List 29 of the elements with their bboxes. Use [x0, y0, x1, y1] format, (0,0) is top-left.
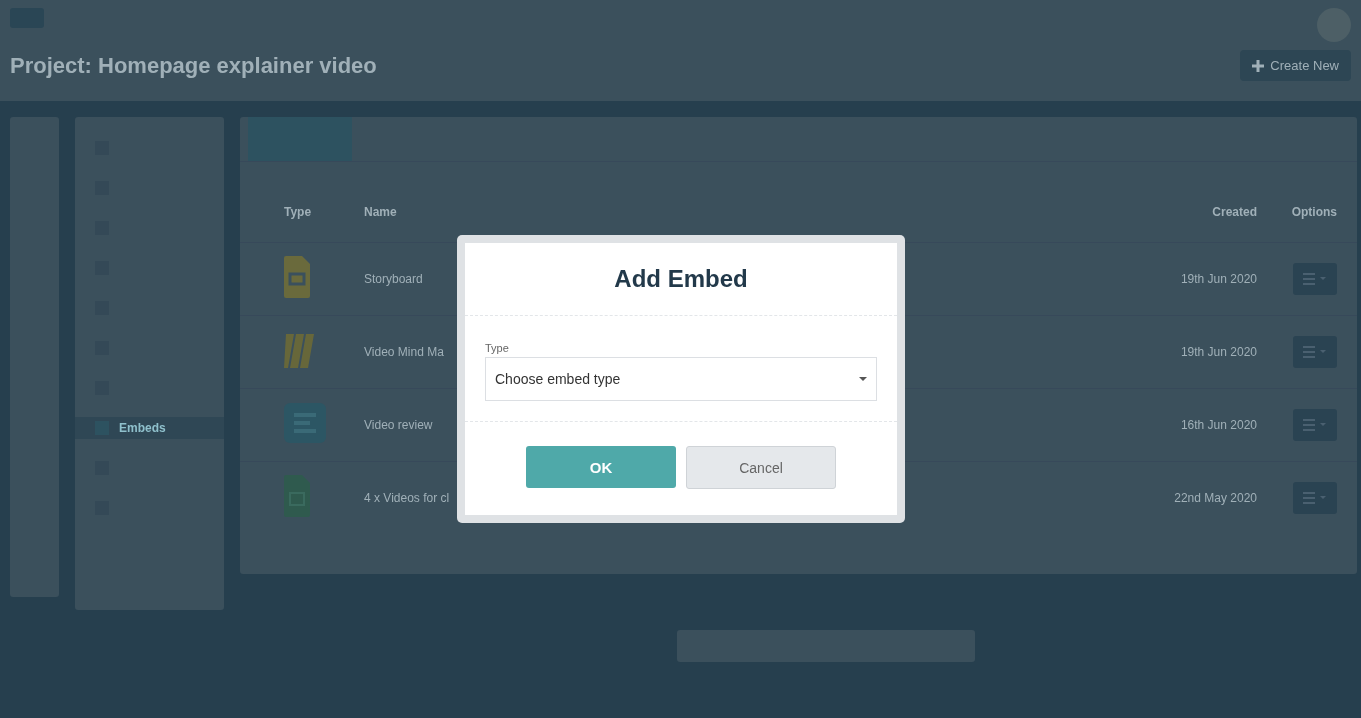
options-button[interactable] [1293, 336, 1337, 368]
created-date: 19th Jun 2020 [1179, 272, 1257, 286]
dialog-title: Add Embed [465, 243, 897, 316]
menu-icon [1303, 492, 1327, 504]
column-header: Options [1290, 205, 1337, 219]
ok-button[interactable]: OK [526, 446, 676, 488]
project-title: Project: Homepage explainer video [10, 52, 377, 79]
cancel-button[interactable]: Cancel [686, 446, 836, 489]
field-label: Type [485, 342, 510, 354]
column-header: Name [364, 205, 398, 219]
sidebar-item[interactable]: Embeds [75, 417, 224, 439]
menu-icon [1303, 419, 1327, 431]
options-button[interactable] [1293, 482, 1337, 514]
form-icon [284, 403, 326, 443]
column-header: Created [1211, 205, 1257, 219]
spreadsheet-file-icon [284, 475, 310, 517]
menu-icon [1303, 273, 1327, 285]
menu-icon [1303, 346, 1327, 358]
created-date: 16th Jun 2020 [1179, 418, 1257, 432]
create-new-button[interactable]: Create New [1240, 50, 1351, 81]
plus-icon [1252, 59, 1265, 72]
caret-icon [859, 377, 867, 381]
options-button[interactable] [1293, 263, 1337, 295]
slides-file-icon [284, 256, 310, 298]
embed-type-dropdown[interactable]: Choose embed type [485, 357, 877, 401]
created-date: 19th Jun 2020 [1179, 345, 1257, 359]
options-button[interactable] [1293, 409, 1337, 441]
created-date: 22nd May 2020 [1173, 491, 1257, 505]
column-header: Type [284, 205, 313, 219]
